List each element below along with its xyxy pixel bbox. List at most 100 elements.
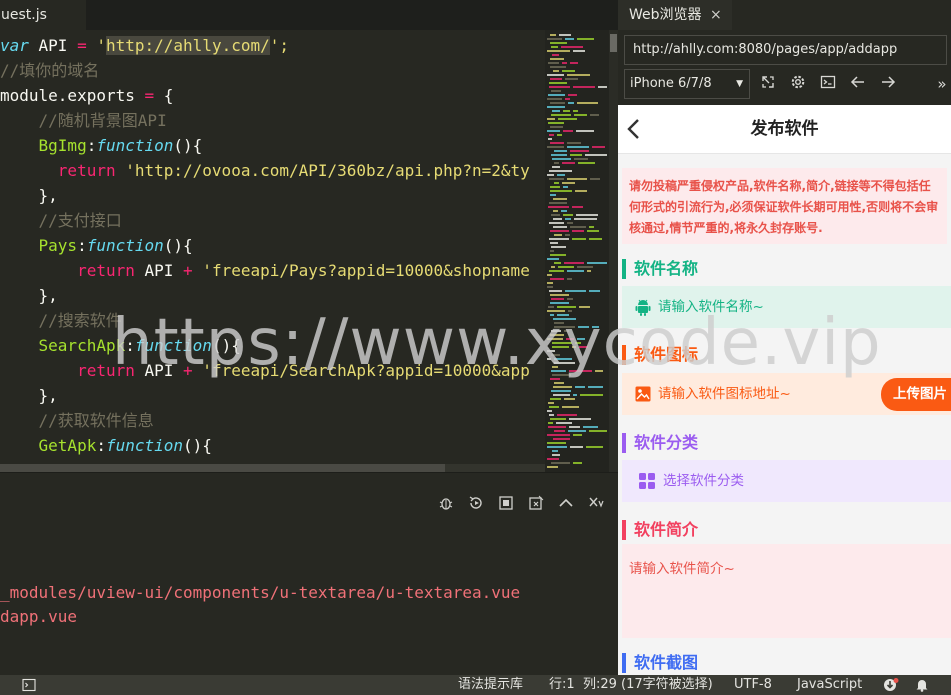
category-field[interactable]: 选择软件分类	[622, 460, 951, 502]
code-line[interactable]: return API + 'freeapi/Pays?appid=10000&s…	[0, 258, 530, 283]
console-line[interactable]: dapp.vue	[0, 607, 77, 626]
horizontal-scrollbar[interactable]	[0, 464, 445, 472]
minimap-line	[550, 250, 554, 252]
section-title-category: 软件分类	[634, 433, 699, 452]
more-icon[interactable]: »	[932, 74, 951, 94]
language-selector[interactable]: JavaScript	[797, 675, 862, 695]
restart-icon[interactable]	[468, 495, 484, 511]
vertical-scrollbar[interactable]	[609, 30, 618, 472]
minimap-line	[575, 386, 585, 388]
minimap-line	[567, 298, 573, 300]
minimap-line	[590, 114, 599, 116]
minimap-line	[550, 278, 564, 280]
minimap-line	[592, 146, 605, 148]
minimap-line	[547, 458, 559, 460]
forward-arrow-icon[interactable]	[878, 74, 898, 94]
minimap[interactable]	[545, 30, 609, 472]
minimap-line	[562, 62, 567, 64]
code-area[interactable]: var API = 'http://ahlly.com/'; //填你的域名 mod…	[0, 33, 545, 465]
minimap-line	[554, 262, 561, 264]
collapse-up-icon[interactable]	[558, 495, 574, 511]
category-select[interactable]: 选择软件分类	[663, 460, 744, 502]
intro-textarea[interactable]: 请输入软件简介~	[622, 544, 951, 638]
screenshot-icon[interactable]	[758, 74, 778, 94]
cursor-column[interactable]: 列:29 (17字符被选择)	[583, 675, 713, 695]
minimap-line	[551, 330, 561, 332]
code-editor[interactable]: uest.js var API = 'http://ahlly.com/'; //…	[0, 0, 618, 472]
code-line[interactable]: //搜索软件	[0, 308, 122, 333]
code-line[interactable]: //支付接口	[0, 208, 122, 233]
vertical-scroll-thumb[interactable]	[610, 34, 617, 52]
code-line[interactable]: Pays:function(){	[0, 233, 193, 258]
code-line[interactable]: },	[0, 183, 58, 208]
code-line[interactable]: SearchApk:function(){	[0, 333, 241, 358]
code-line[interactable]: //填你的域名	[0, 58, 99, 83]
console-line[interactable]: _modules/uview-ui/components/u-textarea/…	[0, 583, 520, 602]
code-line[interactable]: module.exports = {	[0, 83, 173, 108]
minimap-line	[551, 90, 561, 92]
minimap-line	[548, 426, 566, 428]
minimap-line	[551, 214, 560, 216]
encoding-selector[interactable]: UTF-8	[734, 675, 772, 695]
minimap-line	[589, 238, 602, 240]
minimap-line	[573, 86, 595, 88]
minimap-line	[547, 98, 562, 100]
code-line[interactable]: return 'http://ovooa.com/API/360bz/api.p…	[0, 158, 530, 183]
back-arrow-icon[interactable]	[848, 74, 868, 94]
minimap-line	[549, 134, 554, 136]
terminal-toggle-icon[interactable]	[22, 678, 36, 692]
upload-image-button[interactable]: 上传图片	[881, 378, 951, 411]
minimap-line	[547, 310, 565, 312]
device-select[interactable]: iPhone 6/7/8 ▼	[624, 69, 750, 99]
code-line[interactable]: },	[0, 383, 58, 408]
minimap-line	[564, 398, 575, 400]
close-icon[interactable]: ×	[710, 0, 722, 30]
stop-icon[interactable]	[498, 495, 514, 511]
download-update-icon[interactable]	[883, 678, 899, 692]
code-token: :	[77, 236, 87, 255]
phone-viewport[interactable]: 发布软件 请勿投稿严重侵权产品,软件名称,简介,链接等不得包括任何形式的引流行为…	[618, 105, 951, 675]
code-line[interactable]: //获取软件信息	[0, 408, 154, 433]
bell-icon[interactable]	[915, 678, 929, 692]
minimap-line	[557, 174, 565, 176]
minimap-line	[550, 254, 566, 256]
bug-icon[interactable]	[438, 495, 454, 511]
code-line[interactable]: return API + 'freeapi/SearchApk?appid=10…	[0, 358, 530, 383]
cursor-line[interactable]: 行:1	[549, 675, 575, 695]
minimap-line	[567, 74, 590, 76]
code-line[interactable]: },	[0, 283, 58, 308]
chevron-left-icon[interactable]	[625, 115, 643, 143]
code-token: //搜索软件	[0, 311, 122, 330]
code-line[interactable]: GetApk:function(){	[0, 433, 212, 458]
minimap-line	[553, 70, 559, 72]
name-input[interactable]: 请输入软件名称~	[658, 286, 764, 328]
minimap-line	[556, 422, 572, 424]
code-token: //填你的域名	[0, 61, 100, 80]
code-token: =	[144, 86, 155, 105]
code-token: 'freeapi/SearchApk?appid=10000&app	[192, 361, 530, 380]
code-line[interactable]: var API = 'http://ahlly.com/';	[0, 33, 289, 58]
minimap-line	[573, 110, 578, 112]
minimap-line	[565, 290, 586, 292]
code-line[interactable]: //随机背景图API	[0, 108, 167, 133]
settings-icon[interactable]	[788, 74, 808, 94]
name-field[interactable]: 请输入软件名称~	[622, 286, 951, 328]
minimap-line	[567, 178, 587, 180]
code-token: GetApk	[38, 436, 97, 455]
minimap-line	[551, 46, 558, 48]
minimap-line	[566, 338, 574, 340]
minimap-line	[550, 42, 567, 44]
code-line[interactable]: BgImg:function(){	[0, 133, 203, 158]
clear-console-icon[interactable]	[528, 495, 544, 511]
url-input[interactable]: http://ahlly.com:8080/pages/app/addapp	[624, 35, 947, 65]
close-console-icon[interactable]	[588, 495, 604, 511]
minimap-line	[551, 462, 570, 464]
terminal-icon[interactable]	[818, 74, 838, 94]
minimap-line	[586, 446, 603, 448]
icon-url-input[interactable]: 请输入软件图标地址~	[658, 373, 791, 415]
code-token: //支付接口	[0, 211, 122, 230]
browser-tab-label: Web浏览器	[629, 7, 702, 23]
editor-tab-file[interactable]: uest.js	[0, 0, 86, 30]
syntax-hint-library[interactable]: 语法提示库	[458, 675, 523, 695]
minimap-line	[565, 38, 574, 40]
